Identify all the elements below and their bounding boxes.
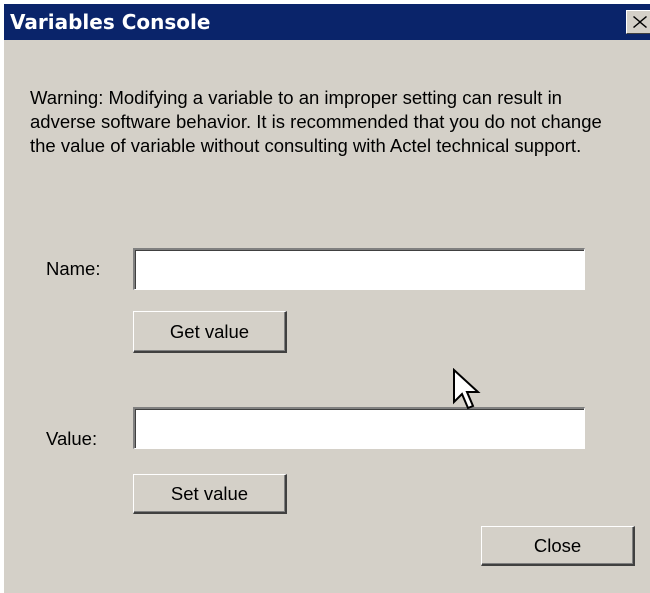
close-button-label: Close: [533, 534, 582, 556]
get-value-button[interactable]: Get value: [133, 311, 287, 353]
title-close-button[interactable]: [626, 10, 650, 34]
name-label: Name:: [46, 258, 101, 279]
title-bar[interactable]: Variables Console: [4, 4, 650, 40]
value-label: Value:: [46, 428, 98, 449]
set-value-label: Set value: [170, 482, 249, 504]
set-value-button[interactable]: Set value: [133, 474, 287, 514]
window-title: Variables Console: [10, 10, 211, 34]
close-icon: [633, 16, 647, 28]
mouse-pointer-icon: [453, 368, 481, 410]
close-button[interactable]: Close: [481, 526, 635, 566]
value-input[interactable]: [133, 407, 585, 449]
warning-message: Warning: Modifying a variable to an impr…: [30, 87, 602, 156]
name-input[interactable]: [133, 248, 585, 290]
get-value-label: Get value: [169, 320, 250, 342]
